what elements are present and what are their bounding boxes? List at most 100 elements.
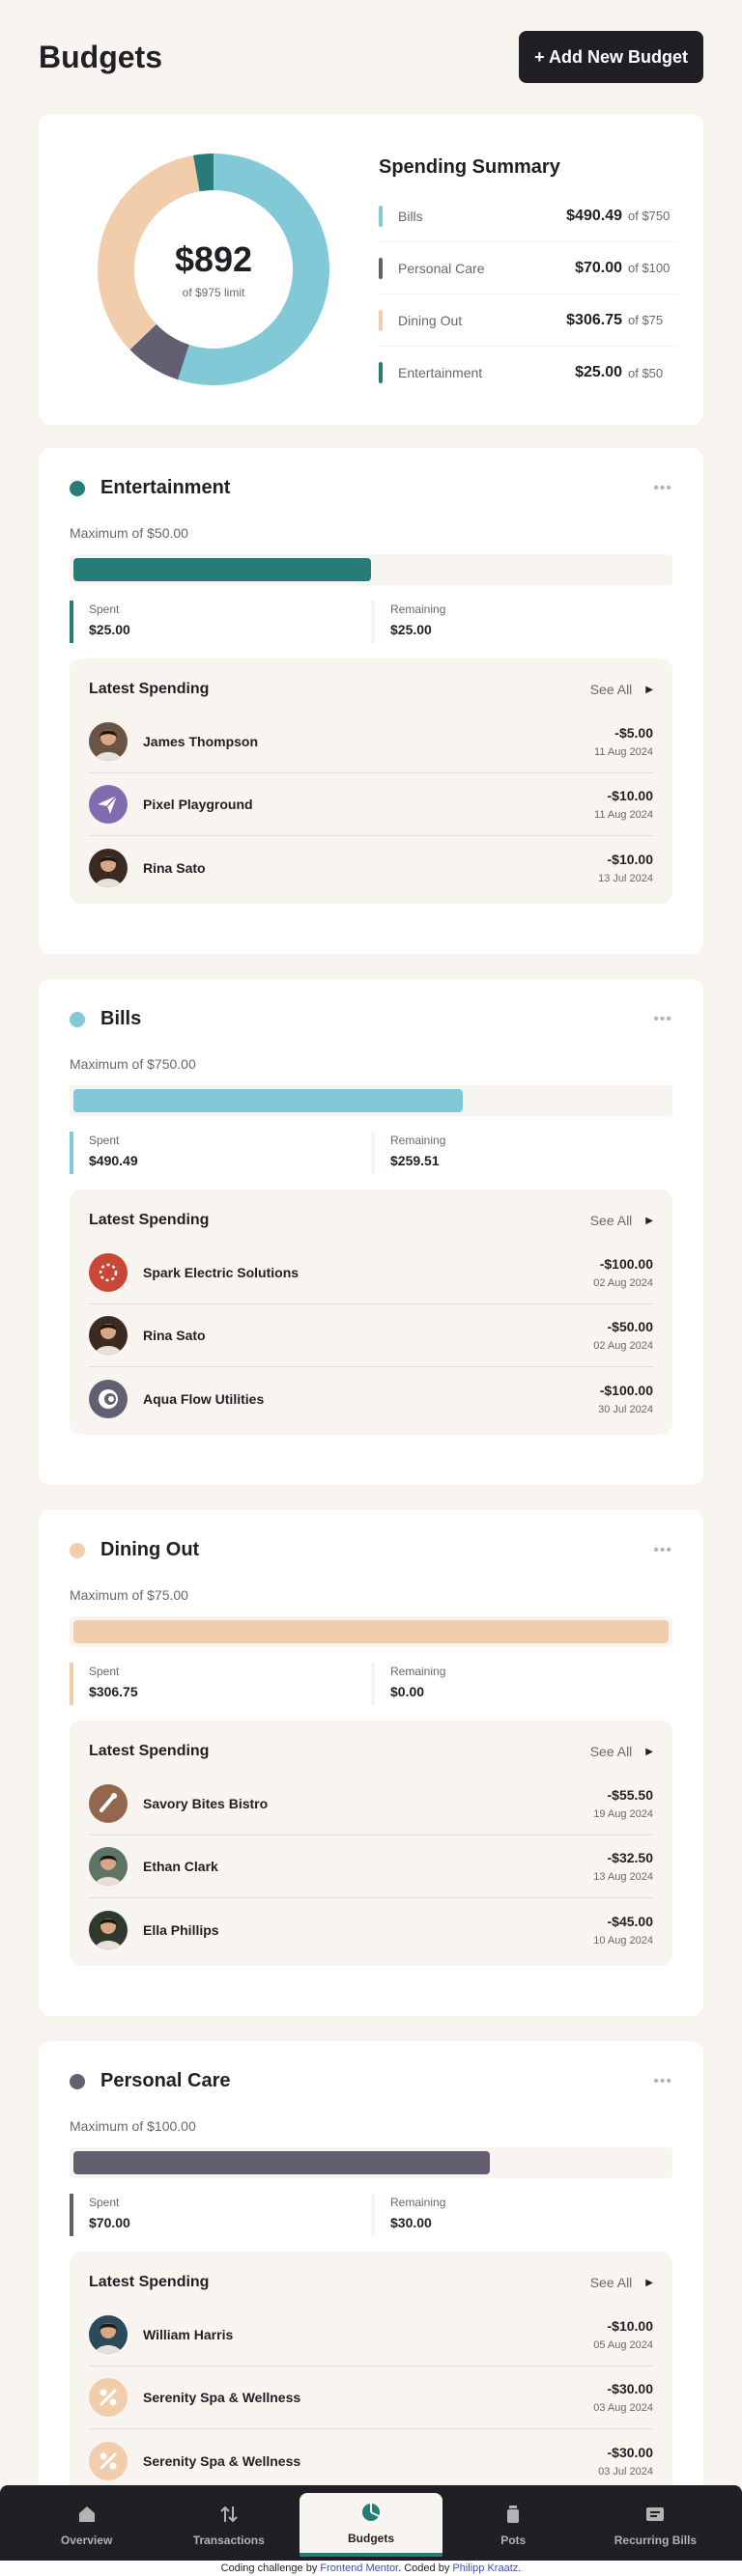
budget-header: Entertainment ••• — [70, 477, 672, 499]
spent-value: $306.75 — [89, 1684, 138, 1699]
merchant-avatar — [89, 785, 128, 824]
transaction-date: 02 Aug 2024 — [593, 1340, 653, 1352]
transaction-name: Savory Bites Bistro — [143, 1796, 269, 1811]
summary-spent: $25.00 — [575, 364, 622, 380]
ellipsis-menu-icon[interactable]: ••• — [653, 1542, 672, 1559]
nav-item-budgets[interactable]: Budgets — [300, 2493, 442, 2557]
budget-progress-bar — [70, 1616, 672, 1647]
latest-spending-title: Latest Spending — [89, 2274, 210, 2290]
transaction-amount: -$10.00 — [607, 788, 653, 803]
budget-stats: Spent $70.00 Remaining $30.00 — [70, 2194, 672, 2236]
spent-stat: Spent $306.75 — [70, 1663, 371, 1705]
transaction-amount: -$30.00 — [607, 2444, 653, 2460]
person-avatar — [89, 1847, 128, 1886]
transaction-date: 10 Aug 2024 — [593, 1934, 653, 1946]
transaction-name: Aqua Flow Utilities — [143, 1390, 265, 1407]
latest-spending-title: Latest Spending — [89, 1743, 210, 1759]
transaction-date: 13 Aug 2024 — [593, 1871, 653, 1883]
receipt-icon — [643, 2503, 667, 2526]
summary-max: of $750 — [628, 209, 671, 223]
budget-progress-fill — [73, 1089, 463, 1112]
page-title: Budgets — [39, 39, 162, 74]
transaction-date: 03 Aug 2024 — [593, 2402, 653, 2414]
remaining-stat: Remaining $25.00 — [371, 601, 672, 643]
transaction-row[interactable]: Serenity Spa & Wellness -$30.00 03 Jul 2… — [89, 2429, 653, 2492]
transaction-row[interactable]: Rina Sato -$50.00 02 Aug 2024 — [89, 1304, 653, 1367]
transaction-amount: -$55.50 — [607, 1787, 653, 1803]
transaction-name: Serenity Spa & Wellness — [143, 2390, 301, 2405]
transaction-amount: -$100.00 — [599, 1256, 653, 1272]
summary-name: Bills — [398, 208, 423, 224]
summary-spent: $70.00 — [575, 259, 622, 276]
person-avatar — [89, 1316, 128, 1355]
transaction-row[interactable]: Ella Phillips -$45.00 10 Aug 2024 — [89, 1898, 653, 1961]
donut-total: $892 — [174, 239, 253, 279]
transaction-row[interactable]: Ethan Clark -$32.50 13 Aug 2024 — [89, 1835, 653, 1898]
budget-card-dining-out: Dining Out ••• Maximum of $75.00 Spent $… — [39, 1510, 703, 2016]
frontend-mentor-link[interactable]: Frontend Mentor — [320, 2562, 398, 2574]
budget-card-entertainment: Entertainment ••• Maximum of $50.00 Spen… — [39, 448, 703, 954]
person-icon — [95, 1918, 122, 1949]
person-icon — [95, 730, 122, 761]
transaction-amount-block: -$100.00 30 Jul 2024 — [598, 1383, 653, 1415]
latest-spending-header: Latest Spending See All ▶ — [89, 678, 653, 701]
see-all-link[interactable]: See All ▶ — [590, 2275, 653, 2290]
transaction-amount-block: -$100.00 02 Aug 2024 — [593, 1256, 653, 1289]
nav-item-transactions[interactable]: Transactions — [157, 2493, 300, 2557]
see-all-link[interactable]: See All ▶ — [590, 682, 653, 697]
latest-spending: Latest Spending See All ▶ Spark Electric … — [70, 1190, 672, 1435]
transaction-row[interactable]: Spark Electric Solutions -$100.00 02 Aug… — [89, 1242, 653, 1304]
spark-icon — [99, 1263, 118, 1282]
transaction-row[interactable]: Pixel Playground -$10.00 11 Aug 2024 — [89, 773, 653, 836]
author-link[interactable]: Philipp Kraatz — [452, 2562, 518, 2574]
transaction-row[interactable]: James Thompson -$5.00 11 Aug 2024 — [89, 711, 653, 773]
see-all-link[interactable]: See All ▶ — [590, 1744, 653, 1759]
aqua-icon — [99, 1388, 118, 1409]
transaction-row[interactable]: William Harris -$10.00 05 Aug 2024 — [89, 2304, 653, 2366]
transaction-amount: -$50.00 — [607, 1319, 653, 1334]
transaction-row[interactable]: Aqua Flow Utilities -$100.00 30 Jul 2024 — [89, 1367, 653, 1430]
transaction-name: James Thompson — [143, 734, 259, 749]
transaction-date: 13 Jul 2024 — [598, 872, 653, 884]
transaction-name: Spark Electric Solutions — [143, 1265, 300, 1280]
transaction-amount: -$10.00 — [607, 2318, 653, 2334]
budget-header: Bills ••• — [70, 1008, 672, 1030]
budget-name: Entertainment — [100, 477, 231, 498]
transaction-amount-block: -$10.00 13 Jul 2024 — [598, 852, 653, 884]
budget-card-bills: Bills ••• Maximum of $750.00 Spent $490.… — [39, 979, 703, 1485]
ellipsis-menu-icon[interactable]: ••• — [653, 1011, 672, 1028]
transaction-amount: -$5.00 — [614, 725, 653, 741]
nav-item-pots[interactable]: Pots — [442, 2493, 585, 2557]
see-all-link[interactable]: See All ▶ — [590, 1213, 653, 1228]
budget-stats: Spent $490.49 Remaining $259.51 — [70, 1132, 672, 1174]
budget-maximum: Maximum of $750.00 — [70, 1056, 196, 1072]
latest-spending: Latest Spending See All ▶ William Harris … — [70, 2252, 672, 2497]
transaction-row[interactable]: Serenity Spa & Wellness -$30.00 03 Aug 2… — [89, 2366, 653, 2429]
spent-value: $490.49 — [89, 1153, 138, 1168]
transaction-row[interactable]: Savory Bites Bistro -$55.50 19 Aug 2024 — [89, 1773, 653, 1835]
home-icon — [75, 2503, 99, 2526]
summary-title: Spending Summary — [379, 156, 560, 178]
budget-header: Dining Out ••• — [70, 1539, 672, 1561]
transaction-date: 30 Jul 2024 — [598, 1403, 653, 1415]
remaining-value: $0.00 — [390, 1684, 425, 1699]
see-all-label: See All — [589, 1213, 633, 1228]
attribution-mid: . Coded by — [398, 2562, 453, 2574]
transaction-row[interactable]: Rina Sato -$10.00 13 Jul 2024 — [89, 836, 653, 899]
remaining-value: $30.00 — [390, 2215, 432, 2230]
caret-right-icon: ▶ — [645, 684, 653, 695]
caret-right-icon: ▶ — [645, 1215, 653, 1226]
person-avatar — [89, 2315, 128, 2354]
transaction-amount-block: -$50.00 02 Aug 2024 — [593, 1319, 653, 1352]
nav-label: Transactions — [192, 2534, 265, 2547]
add-new-budget-button[interactable]: + Add New Budget — [519, 31, 703, 83]
transaction-amount: -$100.00 — [599, 1382, 653, 1398]
spending-summary-card: $892 of $975 limit Spending Summary Bill… — [39, 114, 703, 425]
ellipsis-menu-icon[interactable]: ••• — [653, 480, 672, 497]
spent-label: Spent — [89, 1134, 120, 1147]
ellipsis-menu-icon[interactable]: ••• — [653, 2073, 672, 2090]
nav-label: Budgets — [348, 2532, 394, 2545]
nav-item-overview[interactable]: Overview — [15, 2493, 157, 2557]
nav-item-recurring-bills[interactable]: Recurring Bills — [585, 2493, 727, 2557]
transaction-date: 02 Aug 2024 — [593, 1277, 653, 1289]
